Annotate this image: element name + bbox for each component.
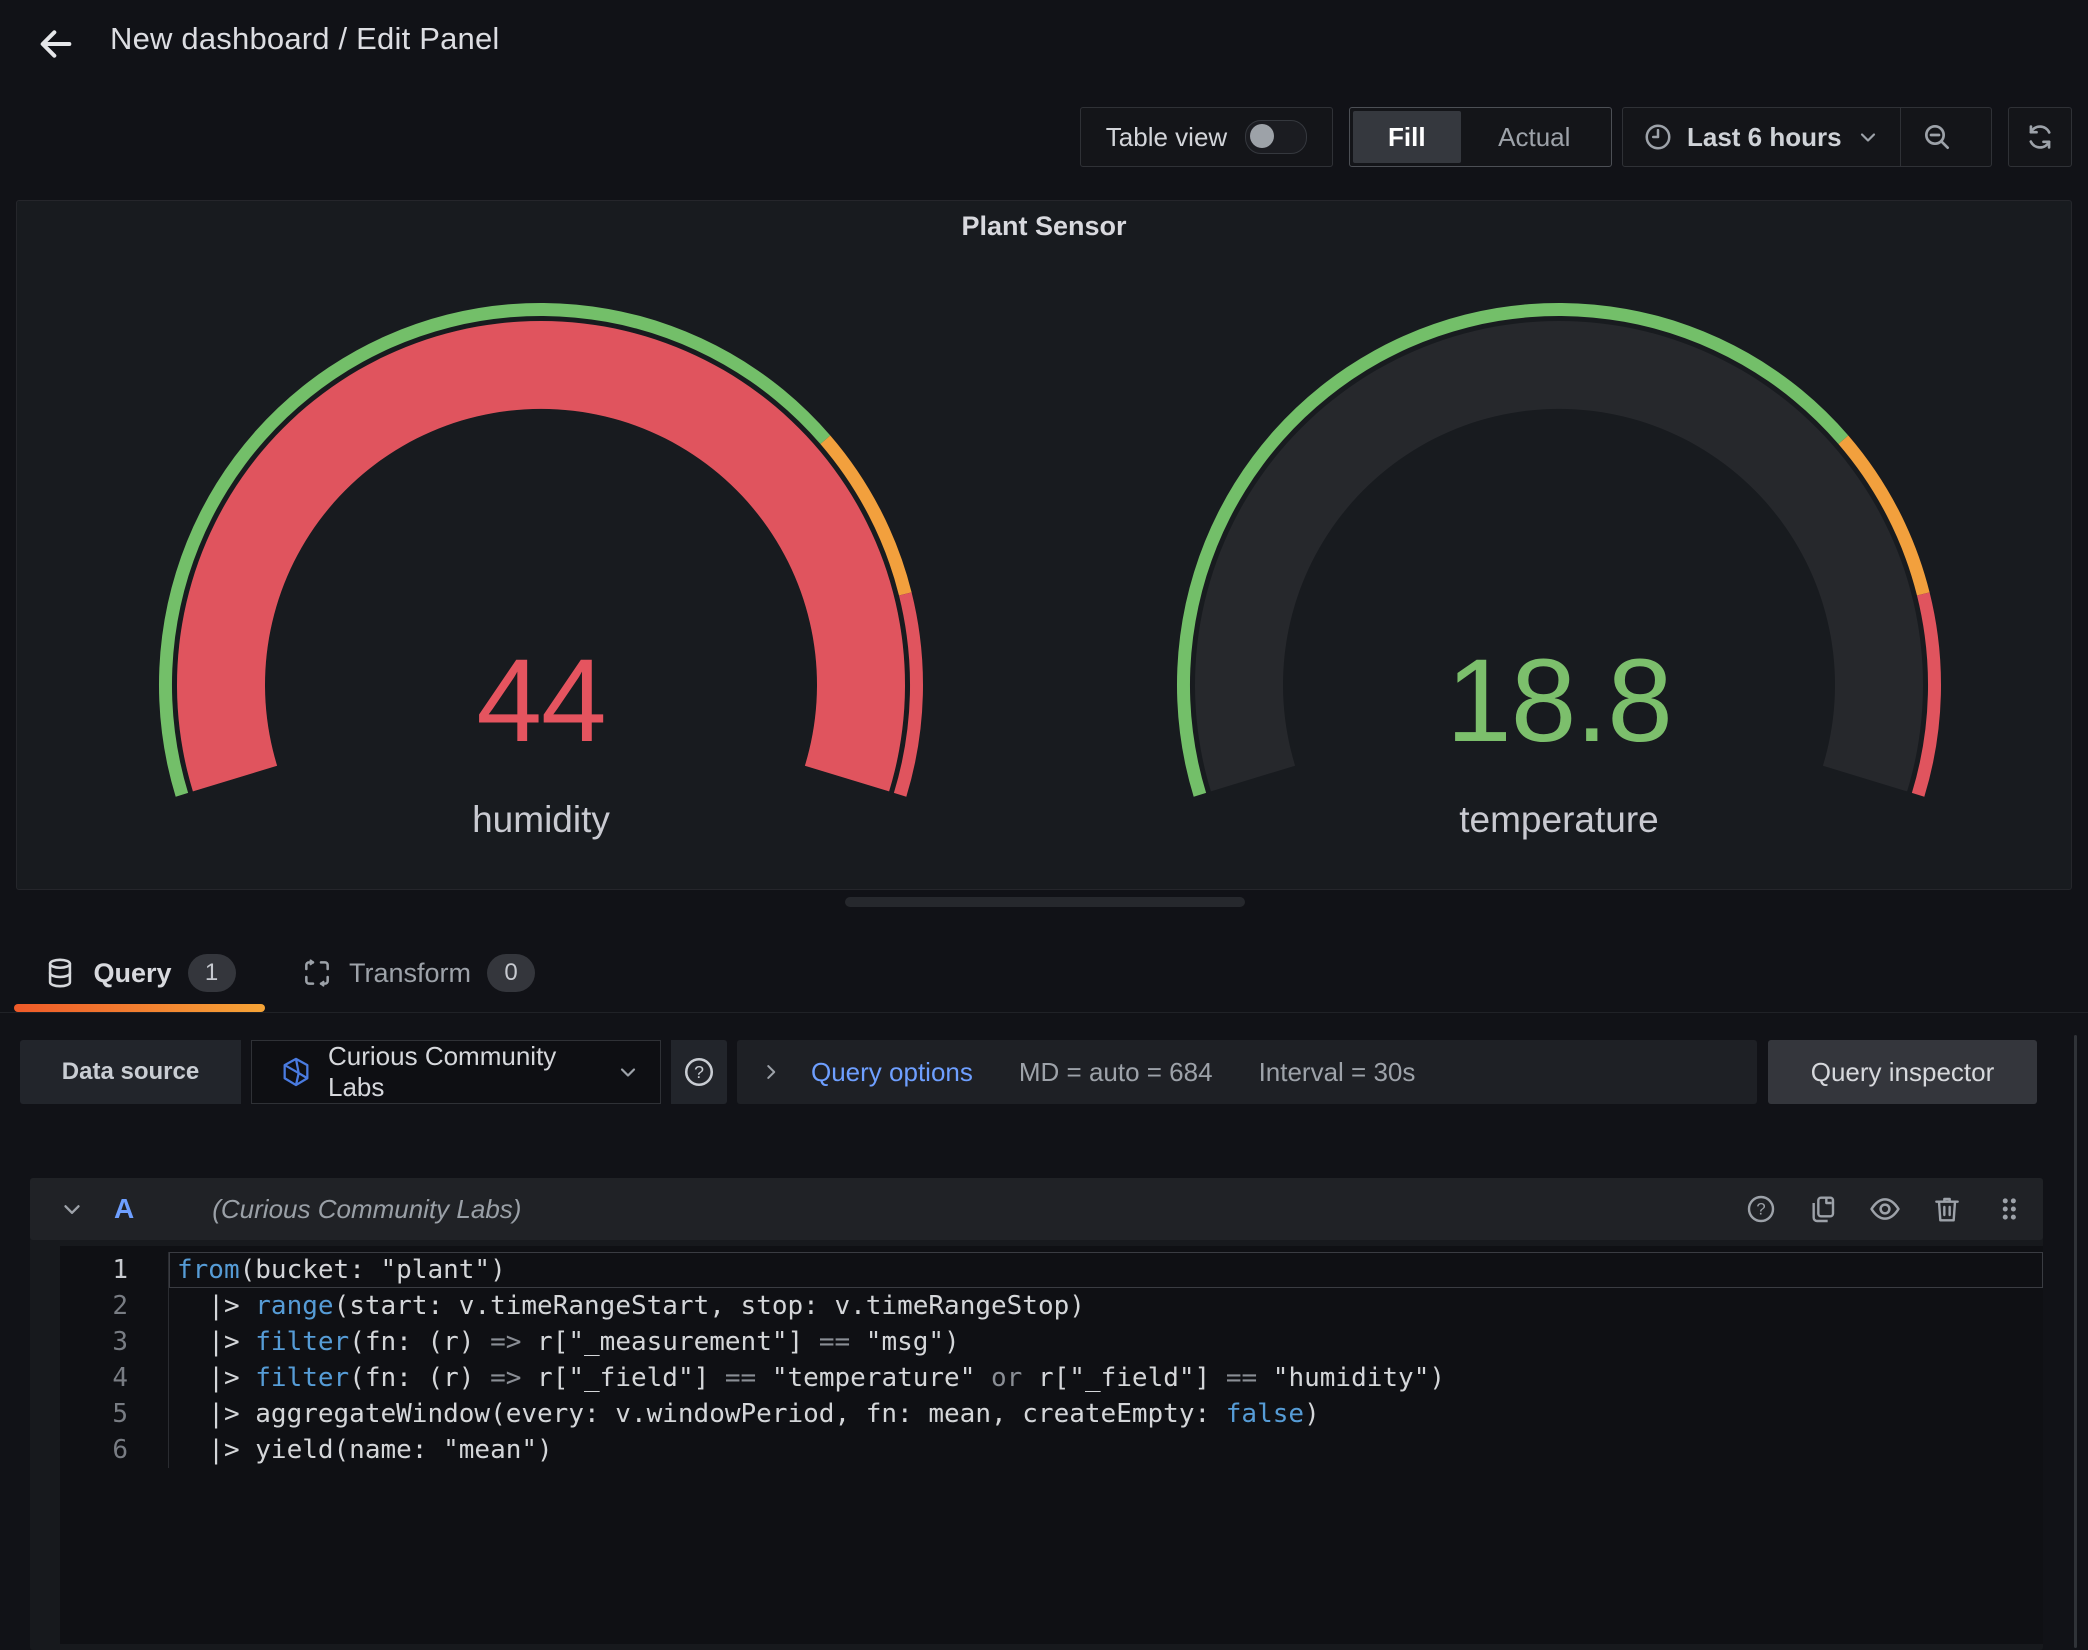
zoom-out-button[interactable] <box>1901 108 1973 166</box>
panel-resize-handle[interactable] <box>845 897 1245 907</box>
table-view-toggle[interactable] <box>1245 120 1307 154</box>
query-datasource-hint: (Curious Community Labs) <box>212 1194 1743 1225</box>
max-data-points-text: MD = auto = 684 <box>1019 1057 1213 1088</box>
code-line[interactable]: 3 |> filter(fn: (r) => r["_measurement"]… <box>60 1324 2043 1360</box>
time-range-picker: Last 6 hours <box>1622 107 1992 167</box>
datasource-selected-value: Curious Community Labs <box>328 1041 600 1103</box>
fill-actual-group: Fill Actual <box>1349 107 1612 167</box>
datasource-help-button[interactable]: ? <box>671 1040 727 1104</box>
datasource-field-label: Data source <box>20 1040 241 1104</box>
actual-option[interactable]: Actual <box>1461 111 1608 163</box>
clock-icon <box>1643 122 1673 152</box>
humidity-value: 44 <box>241 633 841 769</box>
humidity-label: humidity <box>241 799 841 841</box>
tab-query-label: Query <box>93 958 171 989</box>
zoom-out-icon <box>1921 121 1953 153</box>
delete-query-button[interactable] <box>1929 1191 1965 1227</box>
line-number: 3 <box>60 1324 128 1360</box>
refresh-button[interactable] <box>2008 107 2072 167</box>
gauge-panel[interactable]: Plant Sensor 44 humidity 18.8 temperatur… <box>16 200 2072 890</box>
flux-query-editor[interactable]: 1from(bucket: "plant")2 |> range(start: … <box>60 1246 2043 1644</box>
query-inspector-button[interactable]: Query inspector <box>1768 1040 2037 1104</box>
svg-text:?: ? <box>1756 1200 1765 1219</box>
influxdb-datasource-icon <box>280 1056 312 1088</box>
database-icon <box>43 956 77 990</box>
code-line[interactable]: 5 |> aggregateWindow(every: v.windowPeri… <box>60 1396 2043 1432</box>
refresh-icon <box>2024 121 2056 153</box>
chevron-right-icon[interactable] <box>751 1061 791 1083</box>
tab-query[interactable]: Query 1 <box>14 940 265 1006</box>
collapse-chevron-icon[interactable] <box>50 1196 94 1222</box>
table-view-control: Table view <box>1080 107 1333 167</box>
help-circle-icon: ? <box>1745 1193 1777 1225</box>
gutter-spacer <box>128 1288 168 1324</box>
temperature-label: temperature <box>1259 799 1859 841</box>
line-number: 5 <box>60 1396 128 1432</box>
gutter-spacer <box>128 1432 168 1468</box>
time-range-button[interactable]: Last 6 hours <box>1623 108 1900 166</box>
code-text: |> yield(name: "mean") <box>168 1432 2043 1468</box>
tab-query-badge: 1 <box>188 954 236 992</box>
gutter-spacer <box>128 1396 168 1432</box>
page-title: New dashboard / Edit Panel <box>110 21 500 57</box>
gutter-spacer <box>128 1324 168 1360</box>
line-number: 2 <box>60 1288 128 1324</box>
query-row-a: A (Curious Community Labs) ? <box>30 1178 2043 1650</box>
tab-transform-badge: 0 <box>487 954 535 992</box>
gutter-spacer <box>128 1360 168 1396</box>
duplicate-query-button[interactable] <box>1805 1191 1841 1227</box>
code-text: |> aggregateWindow(every: v.windowPeriod… <box>168 1396 2043 1432</box>
chevron-down-icon <box>1856 125 1880 149</box>
tab-transform-label: Transform <box>349 958 471 989</box>
code-text: |> range(start: v.timeRangeStart, stop: … <box>168 1288 2043 1324</box>
trash-icon <box>1931 1193 1963 1225</box>
line-number: 1 <box>60 1252 128 1288</box>
code-line[interactable]: 4 |> filter(fn: (r) => r["_field"] == "t… <box>60 1360 2043 1396</box>
query-row-header[interactable]: A (Curious Community Labs) ? <box>30 1178 2043 1240</box>
interval-text: Interval = 30s <box>1259 1057 1416 1088</box>
query-ref-id: A <box>114 1193 134 1225</box>
grip-dots-icon <box>1994 1194 2024 1224</box>
query-options-bar: Query options MD = auto = 684 Interval =… <box>737 1040 1757 1104</box>
chevron-down-icon <box>616 1060 640 1084</box>
grafana-edit-panel: New dashboard / Edit Panel Table view Fi… <box>0 0 2088 1650</box>
help-circle-icon: ? <box>682 1055 716 1089</box>
svg-text:?: ? <box>694 1062 704 1082</box>
scrollbar[interactable] <box>2074 1035 2077 1648</box>
copy-icon <box>1807 1193 1839 1225</box>
arrow-left-icon <box>36 24 76 64</box>
fill-option[interactable]: Fill <box>1353 111 1461 163</box>
code-line[interactable]: 6 |> yield(name: "mean") <box>60 1432 2043 1468</box>
tab-transform[interactable]: Transform 0 <box>285 940 551 1006</box>
datasource-picker[interactable]: Curious Community Labs <box>251 1040 661 1104</box>
time-range-label: Last 6 hours <box>1687 122 1842 153</box>
back-button[interactable] <box>28 16 84 72</box>
code-line[interactable]: 2 |> range(start: v.timeRangeStart, stop… <box>60 1288 2043 1324</box>
code-text: |> filter(fn: (r) => r["_field"] == "tem… <box>168 1360 2043 1396</box>
code-text: from(bucket: "plant") <box>168 1252 2043 1288</box>
transform-icon <box>301 957 333 989</box>
code-text: |> filter(fn: (r) => r["_measurement"] =… <box>168 1324 2043 1360</box>
query-help-button[interactable]: ? <box>1743 1191 1779 1227</box>
query-options-link[interactable]: Query options <box>811 1057 973 1088</box>
active-tab-underline <box>14 1004 265 1012</box>
line-number: 6 <box>60 1432 128 1468</box>
query-actions: ? <box>1743 1191 2027 1227</box>
panel-title: Plant Sensor <box>17 211 2071 242</box>
toggle-knob <box>1250 124 1274 148</box>
editor-tabbar: Query 1 Transform 0 <box>0 940 2088 1013</box>
gutter-spacer <box>128 1252 168 1288</box>
temperature-value: 18.8 <box>1259 633 1859 769</box>
drag-handle[interactable] <box>1991 1191 2027 1227</box>
toggle-visibility-button[interactable] <box>1867 1191 1903 1227</box>
eye-icon <box>1868 1192 1902 1226</box>
line-number: 4 <box>60 1360 128 1396</box>
code-line[interactable]: 1 from(bucket: "plant") <box>60 1252 2043 1288</box>
table-view-label: Table view <box>1106 122 1227 153</box>
